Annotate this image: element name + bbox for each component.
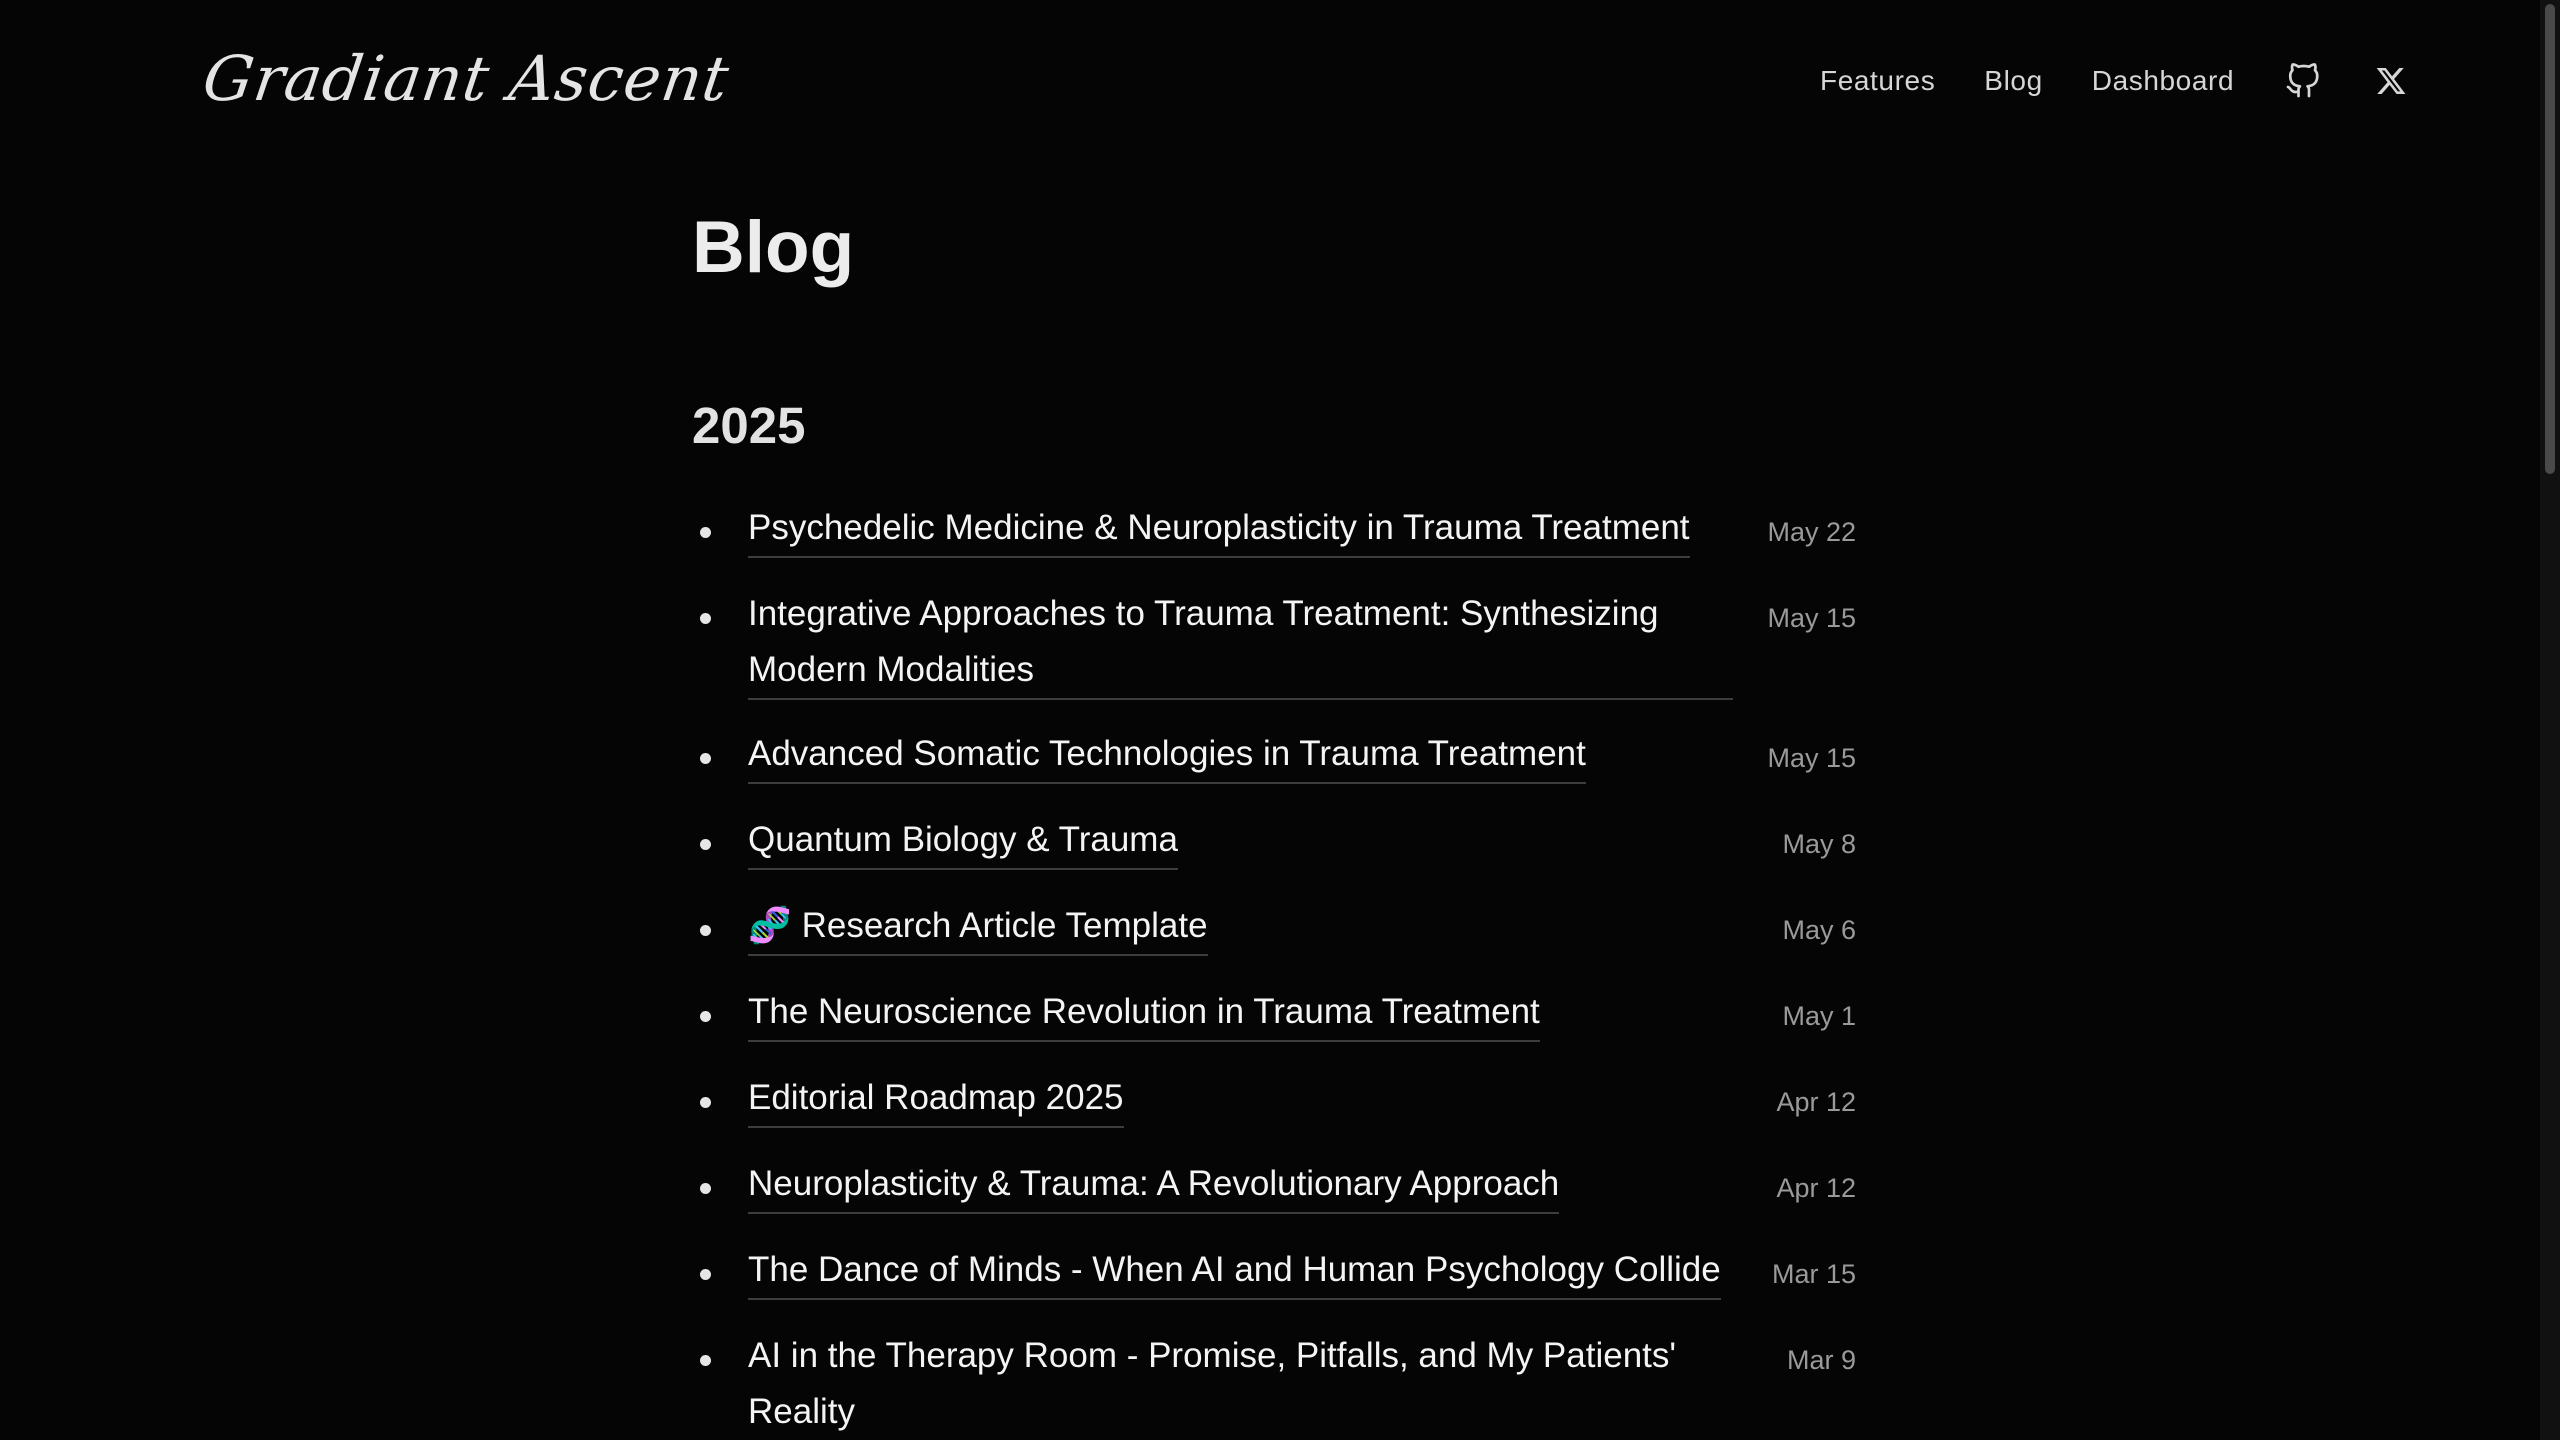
post-date: May 15 [1767,603,1856,633]
post-date: Apr 12 [1776,1087,1856,1117]
post-link[interactable]: 🧬 Research Article Template [748,898,1208,956]
post-date: Mar 15 [1771,1259,1856,1289]
nav-link-blog[interactable]: Blog [1984,65,2042,97]
list-item: Advanced Somatic Technologies in Trauma … [692,726,1856,786]
post-link[interactable]: The Dance of Minds - When AI and Human P… [748,1242,1721,1300]
post-date: May 1 [1782,1001,1856,1031]
bullet-icon [700,1183,711,1194]
bullet-icon [700,527,711,538]
bullet-icon [700,1355,711,1366]
post-date: May 8 [1782,829,1856,859]
site-logo[interactable]: Gradiant Ascent [198,38,735,120]
post-link[interactable]: Neuroplasticity & Trauma: A Revolutionar… [748,1156,1560,1214]
bullet-icon [700,1269,711,1280]
github-icon[interactable] [2283,61,2323,101]
list-item: The Neuroscience Revolution in Trauma Tr… [692,984,1856,1044]
post-link[interactable]: Psychedelic Medicine & Neuroplasticity i… [748,500,1690,558]
page-title: Blog [692,207,855,288]
blog-page: Gradiant Ascent Features Blog Dashboard … [0,0,2560,1440]
bullet-icon [700,1097,711,1108]
nav-link-features[interactable]: Features [1820,65,1935,97]
bullet-icon [700,753,711,764]
post-link[interactable]: AI in the Therapy Room - Promise, Pitfal… [748,1328,1733,1440]
post-link[interactable]: Integrative Approaches to Trauma Treatme… [748,586,1733,700]
post-date: Mar 9 [1786,1345,1856,1375]
post-link[interactable]: Advanced Somatic Technologies in Trauma … [748,726,1586,784]
list-item: Quantum Biology & Trauma May 8 [692,812,1856,872]
nav-link-dashboard[interactable]: Dashboard [2092,65,2234,97]
post-date: Apr 12 [1776,1173,1856,1203]
year-heading: 2025 [692,397,806,454]
post-link[interactable]: Quantum Biology & Trauma [748,812,1178,870]
post-date: May 15 [1767,743,1856,773]
bullet-icon [700,925,711,936]
list-item: The Dance of Minds - When AI and Human P… [692,1242,1856,1302]
scrollbar[interactable] [2540,0,2560,1440]
list-item: Neuroplasticity & Trauma: A Revolutionar… [692,1156,1856,1216]
post-date: May 22 [1767,517,1856,547]
top-nav: Features Blog Dashboard [1820,58,2411,104]
list-item: Psychedelic Medicine & Neuroplasticity i… [692,500,1856,560]
list-item: Integrative Approaches to Trauma Treatme… [692,586,1856,700]
bullet-icon [700,1011,711,1022]
post-date: May 6 [1782,915,1856,945]
x-twitter-icon[interactable] [2371,61,2411,101]
bullet-icon [700,613,711,624]
post-link[interactable]: The Neuroscience Revolution in Trauma Tr… [748,984,1540,1042]
post-list: Psychedelic Medicine & Neuroplasticity i… [692,500,1856,1440]
post-link[interactable]: Editorial Roadmap 2025 [748,1070,1124,1128]
post-title: Research Article Template [801,906,1208,945]
list-item: 🧬 Research Article Template May 6 [692,898,1856,958]
dna-icon: 🧬 [748,906,792,945]
list-item: AI in the Therapy Room - Promise, Pitfal… [692,1328,1856,1440]
bullet-icon [700,839,711,850]
scrollbar-thumb[interactable] [2545,4,2555,474]
list-item: Editorial Roadmap 2025 Apr 12 [692,1070,1856,1130]
